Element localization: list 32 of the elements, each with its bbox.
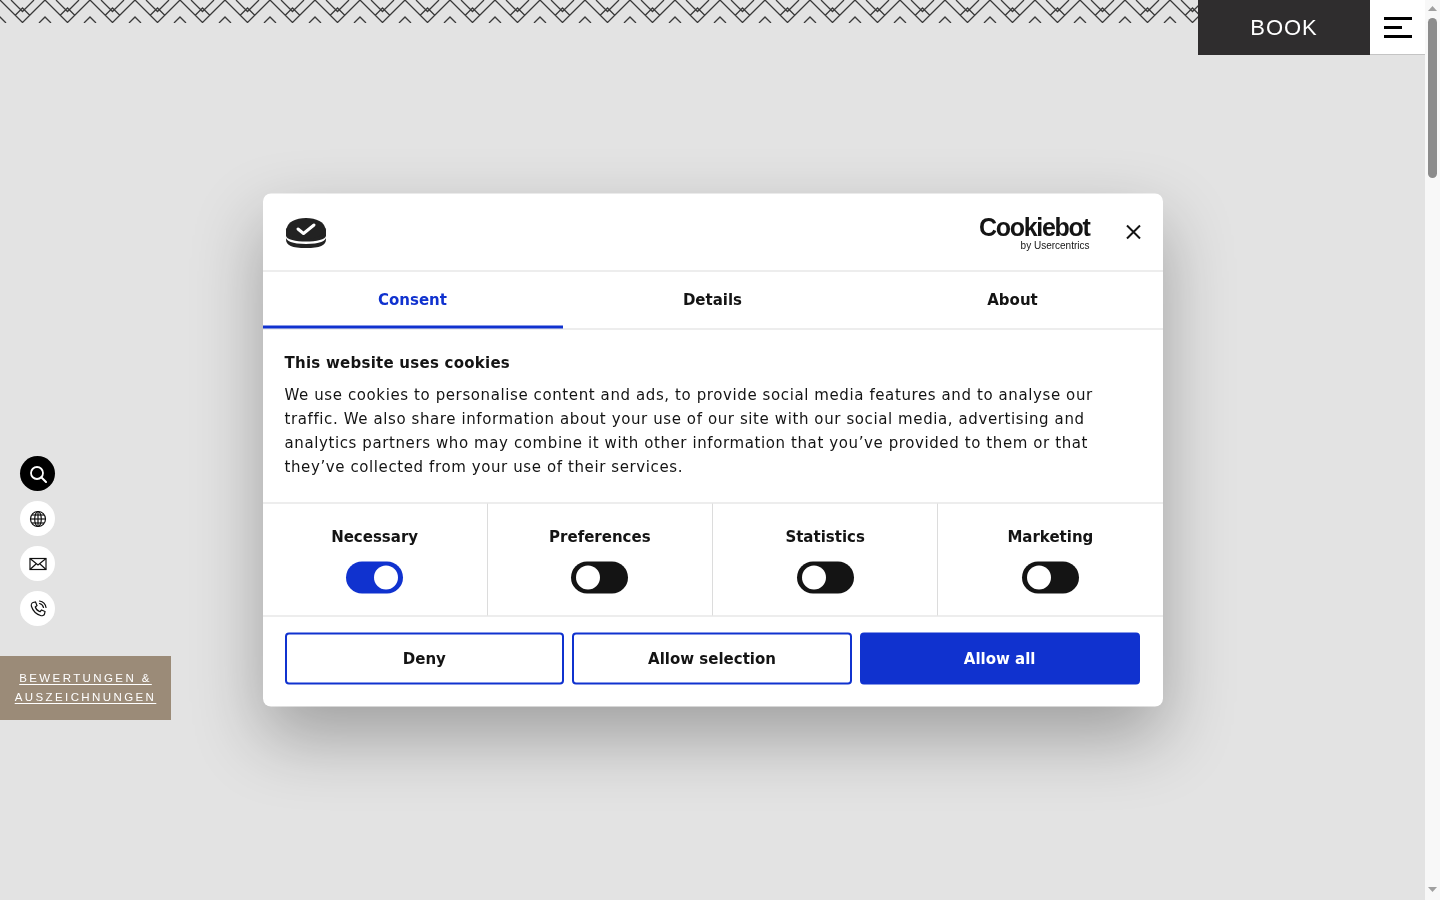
close-icon (1125, 224, 1141, 240)
allow-all-button[interactable]: Allow all (859, 632, 1140, 685)
toggle-switch[interactable] (571, 561, 629, 594)
dialog-tab[interactable]: Consent (262, 271, 563, 329)
dialog-tab[interactable]: About (862, 271, 1163, 329)
mail-button[interactable] (20, 546, 55, 581)
search-button[interactable] (20, 456, 55, 491)
dialog-title: This website uses cookies (284, 352, 511, 374)
globe-icon (28, 509, 47, 528)
category-label: Marketing (1007, 526, 1094, 547)
category-label: Necessary (331, 526, 419, 547)
toggle-switch[interactable] (346, 561, 404, 594)
globe-button[interactable] (20, 501, 55, 536)
toggle-switch[interactable] (1021, 561, 1079, 594)
menu-button[interactable] (1370, 0, 1425, 55)
allow-selection-button[interactable]: Allow selection (572, 632, 852, 685)
book-button[interactable]: BOOK (1198, 0, 1370, 55)
brand-logo-text: Cookiebot (978, 214, 1090, 239)
dialog-text: We use cookies to personalise content and ads, to provide social media features and to analyse our traffic. We also share information about your use of our site with our social media, advertising and analytics partners who may combine it with other information that you’ve provided to them or that they’ve collected from your use of their services. (284, 384, 1094, 478)
deny-button[interactable]: Deny (284, 632, 565, 685)
scrollbar-thumb[interactable] (1428, 18, 1437, 178)
dialog-tab[interactable]: Details (562, 271, 863, 329)
check-disc-icon (284, 216, 327, 248)
phone-icon (28, 599, 47, 618)
search-icon (28, 464, 47, 483)
category-label: Statistics (785, 526, 865, 547)
close-button[interactable] (1125, 224, 1141, 240)
brand-byline: by Usercentrics (1020, 240, 1090, 250)
phone-button[interactable] (20, 591, 55, 626)
menu-icon (1383, 16, 1412, 38)
category-label: Preferences (549, 526, 651, 547)
toggle-switch[interactable] (796, 561, 854, 594)
